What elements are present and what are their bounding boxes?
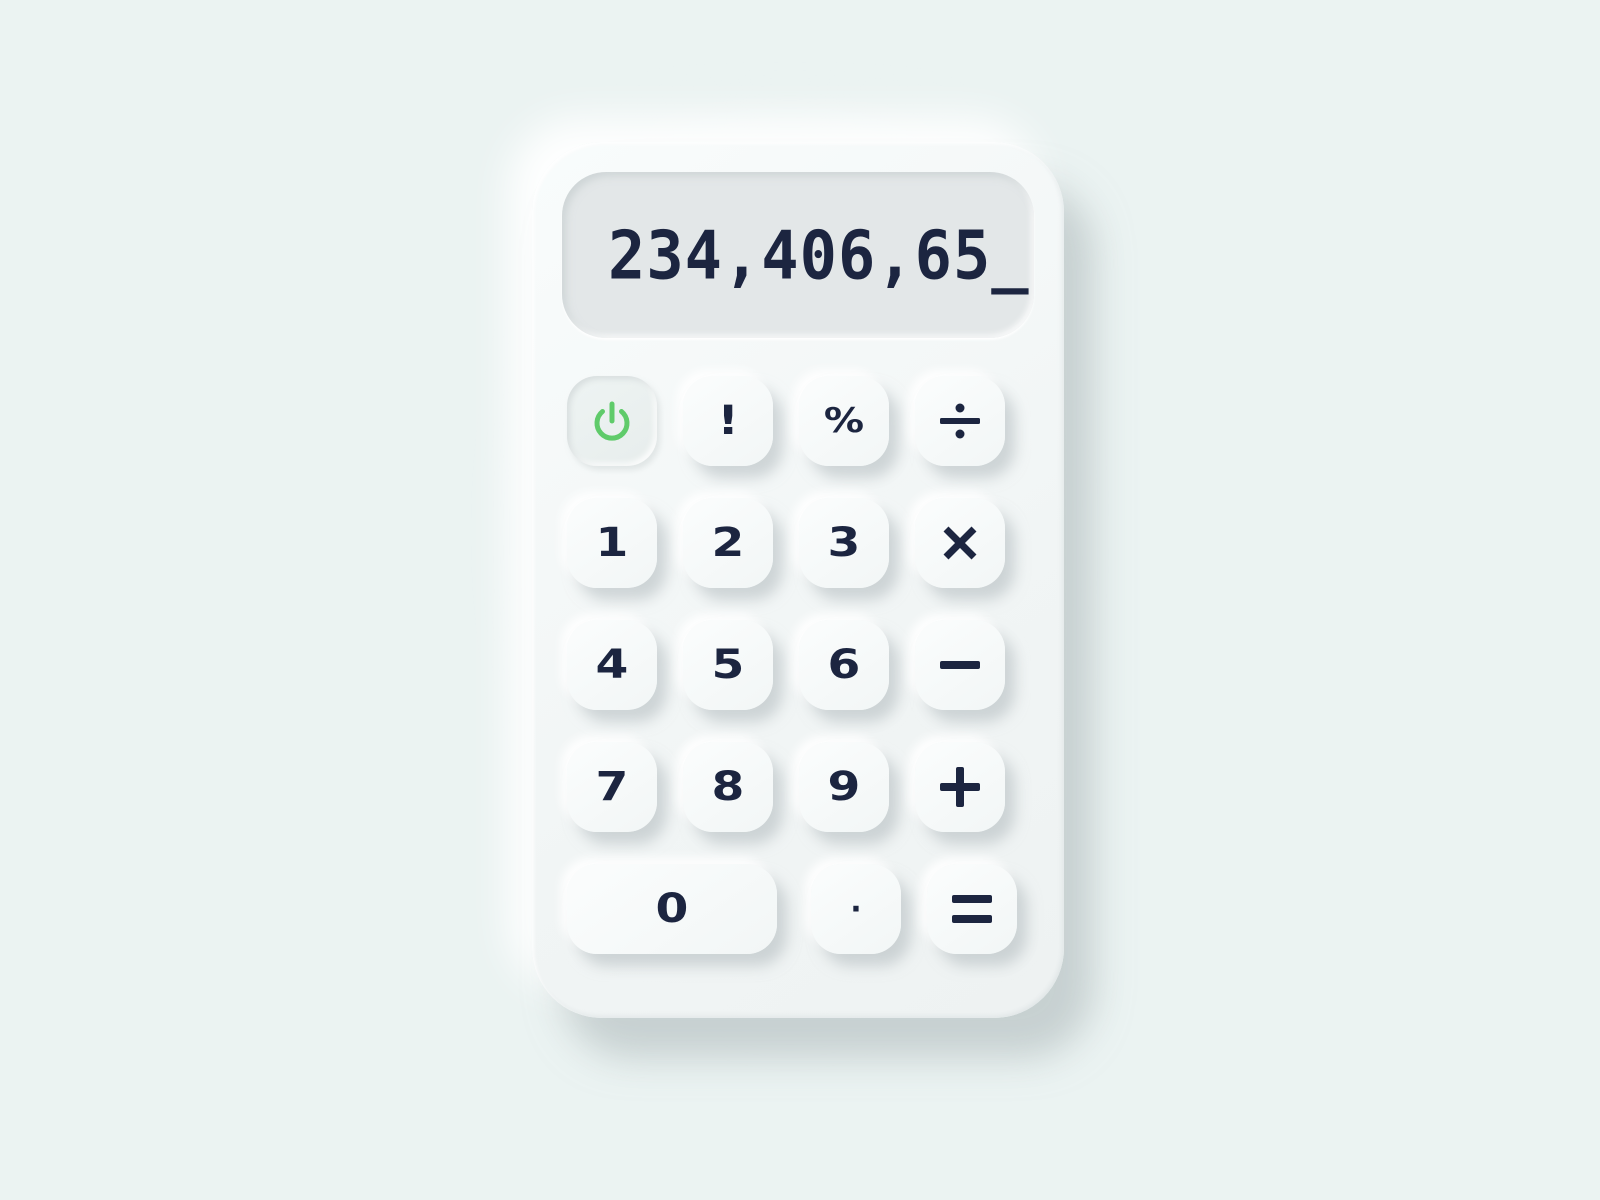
digit-3-button[interactable]: 3: [799, 498, 889, 588]
digit-7-label: 7: [595, 764, 629, 810]
digit-1-label: 1: [595, 520, 629, 566]
digit-2-button[interactable]: 2: [683, 498, 773, 588]
digit-8-button[interactable]: 8: [683, 742, 773, 832]
divide-button[interactable]: [915, 376, 1005, 466]
multiply-icon: [940, 523, 980, 563]
decimal-label: ·: [850, 891, 862, 927]
decimal-button[interactable]: ·: [811, 864, 901, 954]
factorial-button[interactable]: !: [683, 376, 773, 466]
digit-0-button[interactable]: 0: [567, 864, 777, 954]
plus-icon: [938, 765, 982, 809]
multiply-button[interactable]: [915, 498, 1005, 588]
display-value: 234,406,65_: [608, 215, 1030, 295]
digit-1-button[interactable]: 1: [567, 498, 657, 588]
divide-icon: [938, 399, 982, 443]
digit-0-label: 0: [655, 886, 689, 932]
digit-3-label: 3: [827, 520, 861, 566]
percent-button[interactable]: %: [799, 376, 889, 466]
digit-5-button[interactable]: 5: [683, 620, 773, 710]
digit-2-label: 2: [711, 520, 745, 566]
digit-4-button[interactable]: 4: [567, 620, 657, 710]
factorial-label: !: [717, 398, 739, 444]
equals-icon: [950, 887, 994, 931]
digit-6-label: 6: [827, 642, 861, 688]
digit-8-label: 8: [711, 764, 745, 810]
digit-7-button[interactable]: 7: [567, 742, 657, 832]
calculator-body: 234,406,65_ ! % 1 2 3 4 5 6 7 8 9 0 ·: [532, 142, 1064, 1018]
plus-button[interactable]: [915, 742, 1005, 832]
percent-label: %: [823, 401, 865, 441]
digit-6-button[interactable]: 6: [799, 620, 889, 710]
digit-9-button[interactable]: 9: [799, 742, 889, 832]
equals-button[interactable]: [927, 864, 1017, 954]
power-button[interactable]: [567, 376, 657, 466]
digit-5-label: 5: [711, 642, 745, 688]
power-icon: [587, 396, 637, 446]
minus-icon: [938, 643, 982, 687]
minus-button[interactable]: [915, 620, 1005, 710]
digit-9-label: 9: [827, 764, 861, 810]
digit-4-label: 4: [595, 642, 629, 688]
calculator-display: 234,406,65_: [562, 172, 1034, 338]
